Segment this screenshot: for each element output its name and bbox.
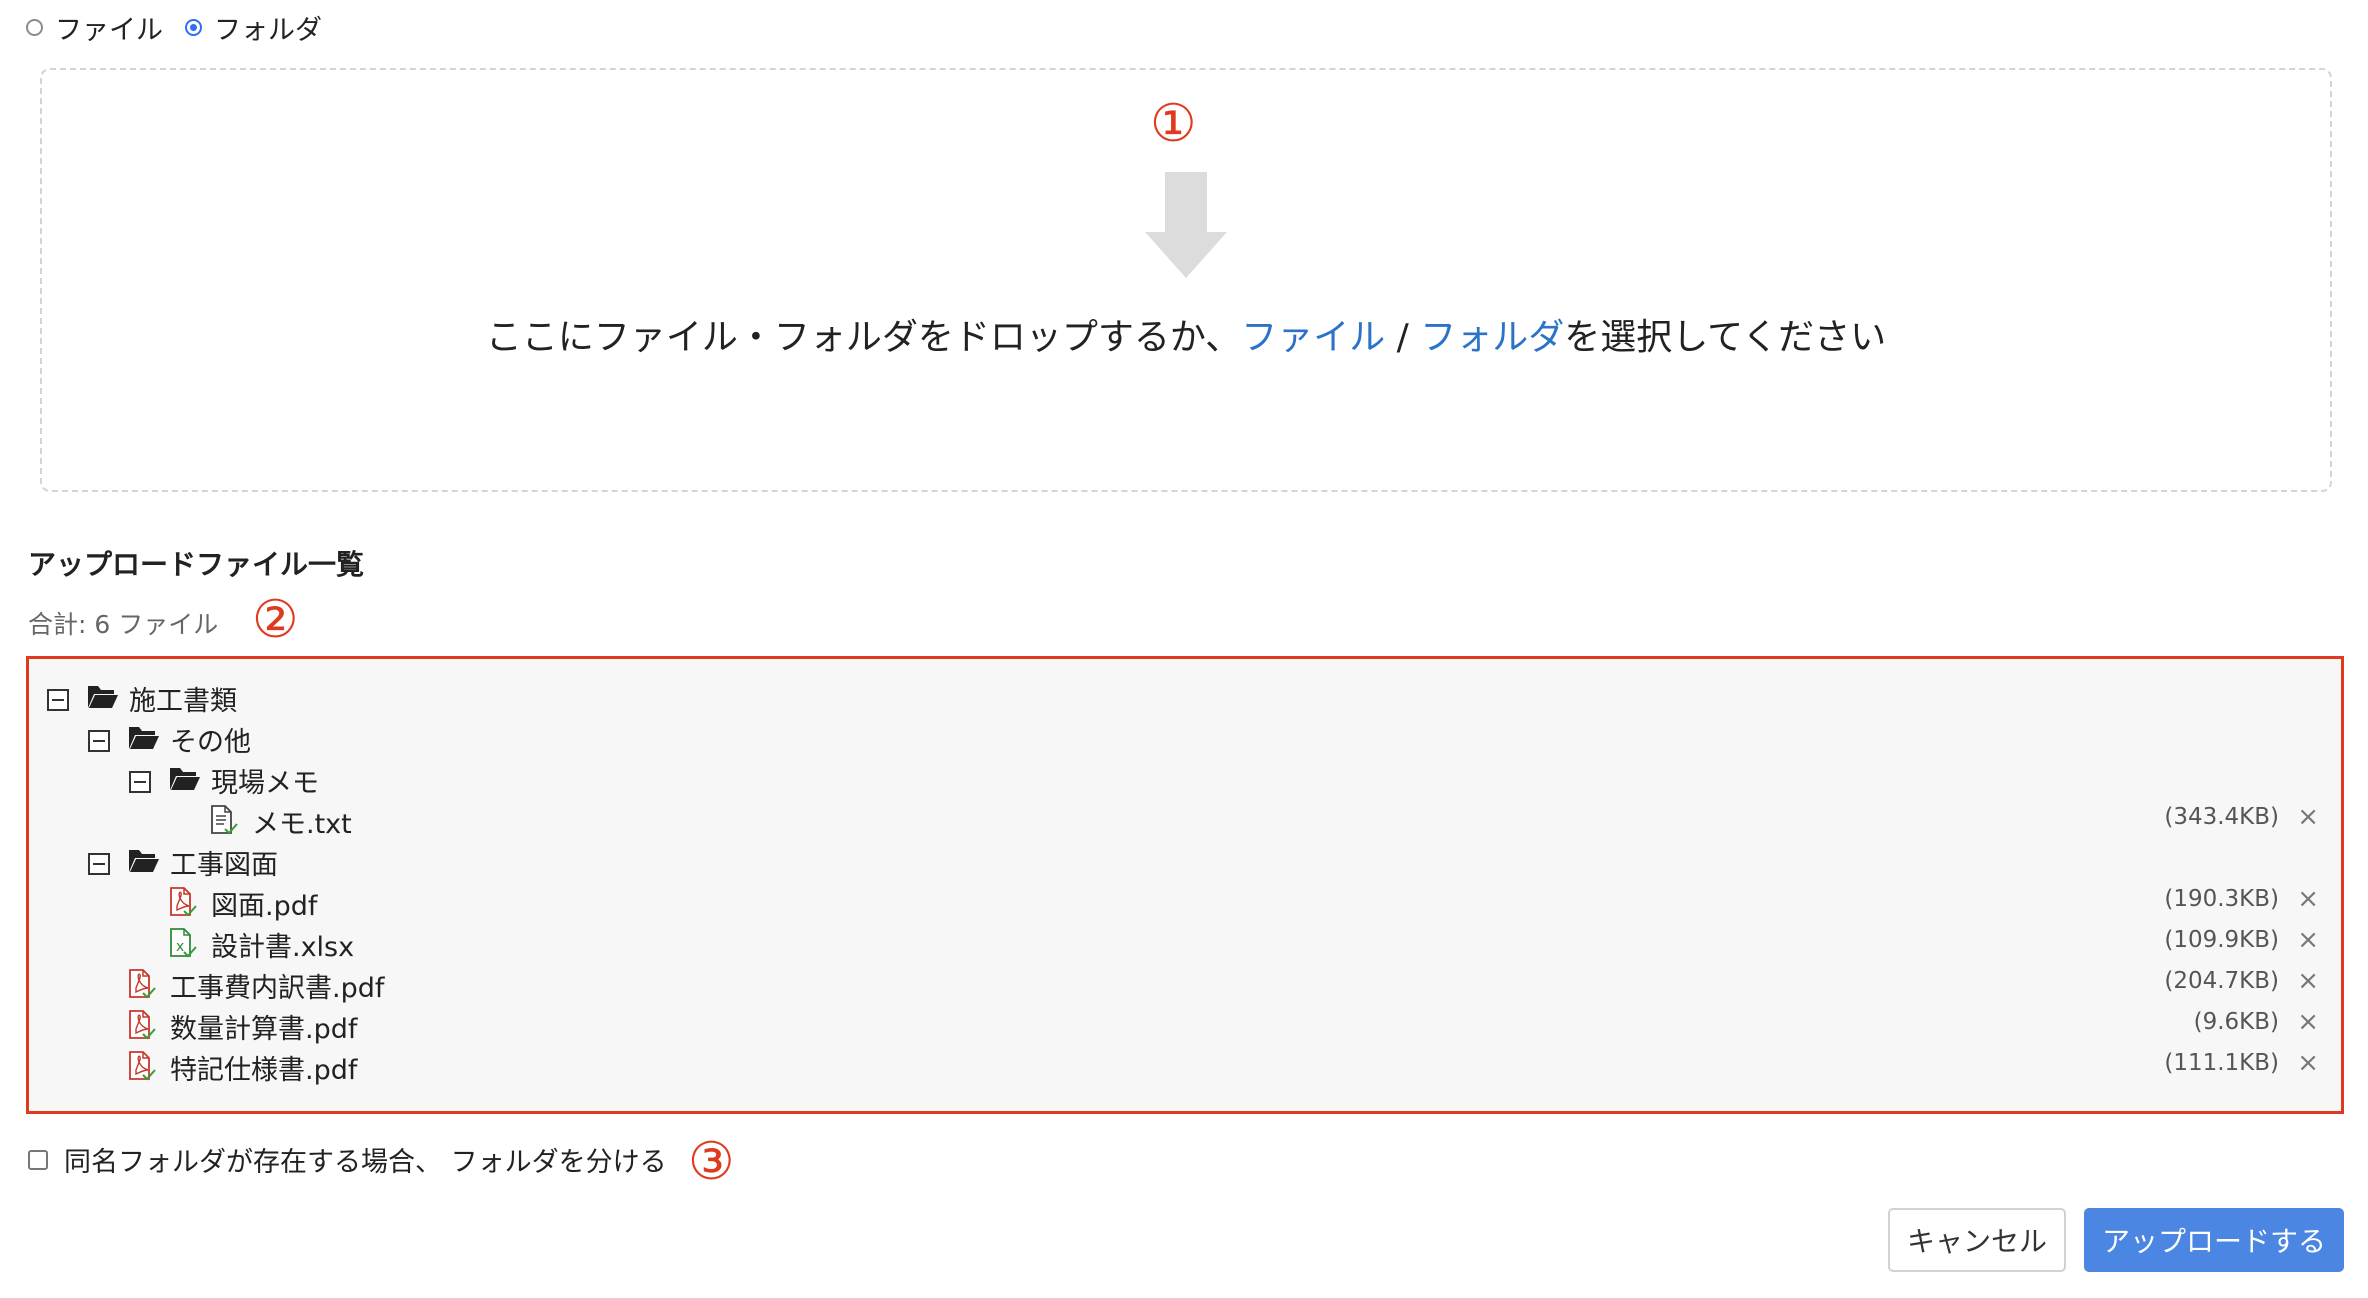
remove-file-button[interactable]: × [2297,966,2319,996]
pdf-file-icon [128,968,156,1000]
folder-name: その他 [170,727,251,758]
file-name: 図面.pdf [211,891,318,922]
tree-file-row: 工事費内訳書.pdf (204.7KB) × [29,963,2341,1004]
excel-file-icon: x [169,927,197,959]
file-name: 特記仕様書.pdf [170,1055,358,1086]
link-separator: / [1385,317,1421,358]
file-name: 工事費内訳書.pdf [170,973,385,1004]
text-file-icon [210,804,238,836]
collapse-toggle[interactable] [88,853,110,875]
file-size: (111.1KB) [2164,1050,2279,1076]
separate-folder-checkbox[interactable] [28,1149,48,1170]
file-name: 数量計算書.pdf [170,1014,358,1045]
separate-folder-label: 同名フォルダが存在する場合、 フォルダを分ける [64,1147,667,1178]
pdf-file-icon [128,1009,156,1041]
file-size: (109.9KB) [2164,927,2279,953]
tree-folder-row: 施工書類 [29,676,2341,717]
file-total-count: 合計: 6 ファイル [28,610,219,639]
annotation-marker-3: ③ [688,1132,735,1192]
select-folder-link[interactable]: フォルダ [1420,317,1564,358]
radio-folder-button[interactable] [185,18,202,36]
file-size: (190.3KB) [2164,886,2279,912]
folder-name: 現場メモ [211,768,319,799]
file-size: (343.4KB) [2164,804,2279,830]
remove-file-button[interactable]: × [2297,802,2319,832]
file-size: (9.6KB) [2193,1009,2279,1035]
file-size: (204.7KB) [2164,968,2279,994]
pdf-file-icon [169,886,197,918]
drop-arrow-icon [1145,172,1227,278]
tree-folder-row: 現場メモ [29,758,2341,799]
annotation-marker-1: ① [1150,94,1197,154]
tree-file-row: x 設計書.xlsx (109.9KB) × [29,922,2341,963]
tree-file-row: メモ.txt (343.4KB) × [29,799,2341,840]
file-tree: 施工書類その他現場メモメモ.txt (343.4KB) × 工事図面図面.pdf (19… [26,656,2344,1114]
drop-text-before: ここにファイル・フォルダをドロップするか、 [485,317,1242,358]
folder-open-icon [128,723,160,751]
folder-name: 工事図面 [170,850,278,881]
radio-option-folder[interactable]: フォルダ [185,8,322,47]
collapse-toggle[interactable] [47,689,69,711]
radio-option-file[interactable]: ファイル [26,8,163,47]
collapse-toggle[interactable] [88,730,110,752]
radio-file-label: ファイル [55,14,163,46]
remove-file-button[interactable]: × [2297,1007,2319,1037]
upload-type-radio-group: ファイル フォルダ [26,8,344,46]
drop-text-after: を選択してください [1564,317,1887,358]
tree-file-row: 数量計算書.pdf (9.6KB) × [29,1004,2341,1045]
remove-file-button[interactable]: × [2297,1048,2319,1078]
tree-file-row: 特記仕様書.pdf (111.1KB) × [29,1045,2341,1086]
cancel-button[interactable]: キャンセル [1888,1208,2066,1272]
separate-folder-option[interactable]: 同名フォルダが存在する場合、 フォルダを分ける [28,1140,667,1179]
remove-file-button[interactable]: × [2297,925,2319,955]
radio-folder-label: フォルダ [214,14,322,46]
select-file-link[interactable]: ファイル [1241,317,1385,358]
folder-open-icon [128,846,160,874]
file-name: メモ.txt [252,809,352,840]
folder-name: 施工書類 [129,686,237,717]
folder-open-icon [169,764,201,792]
annotation-marker-2: ② [252,590,299,650]
remove-file-button[interactable]: × [2297,884,2319,914]
tree-folder-row: その他 [29,717,2341,758]
upload-button[interactable]: アップロードする [2084,1208,2344,1272]
tree-folder-row: 工事図面 [29,840,2341,881]
svg-text:x: x [176,939,184,955]
radio-file-button[interactable] [26,18,43,36]
folder-open-icon [87,682,119,710]
pdf-file-icon [128,1050,156,1082]
collapse-toggle[interactable] [129,771,151,793]
upload-list-title: アップロードファイル一覧 [28,548,365,581]
file-name: 設計書.xlsx [211,932,355,963]
drop-instruction: ここにファイル・フォルダをドロップするか、ファイル / フォルダを選択してくださ… [40,308,2332,360]
tree-file-row: 図面.pdf (190.3KB) × [29,881,2341,922]
